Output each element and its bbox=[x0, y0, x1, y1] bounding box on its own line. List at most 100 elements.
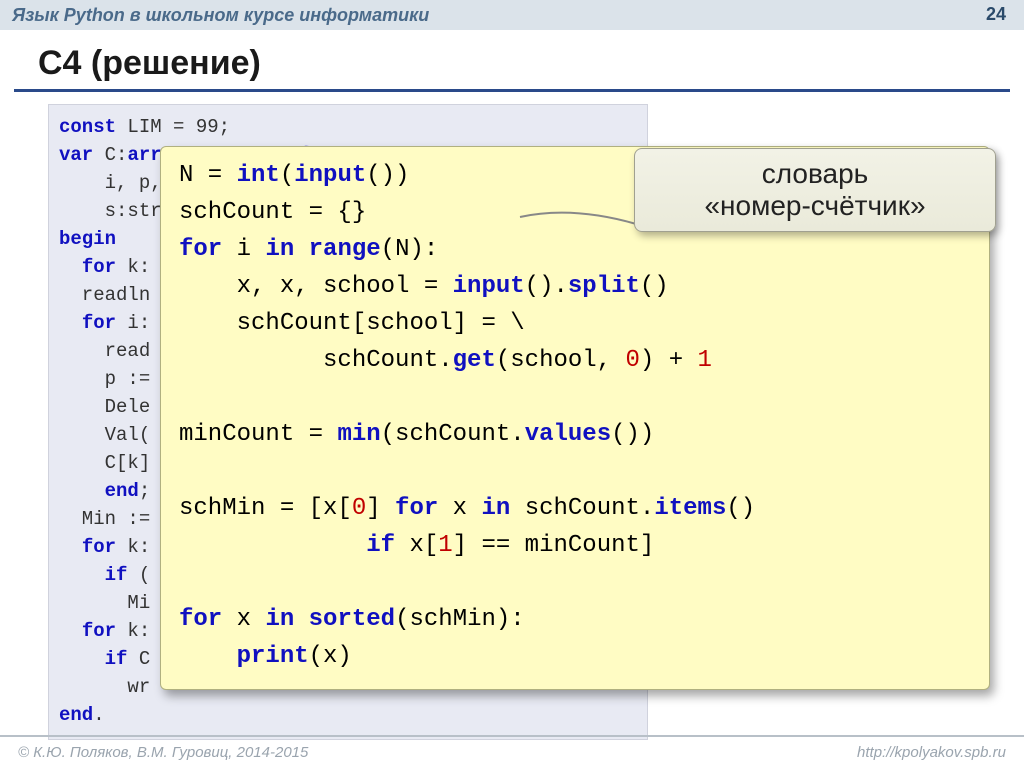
footer: © К.Ю. Поляков, В.М. Гуровиц, 2014-2015 … bbox=[0, 735, 1024, 767]
pascal-line: read bbox=[59, 340, 150, 362]
py-line: i bbox=[222, 236, 265, 263]
py-line: (schCount. bbox=[381, 421, 525, 448]
py-line: for bbox=[179, 606, 222, 633]
pascal-line: if bbox=[105, 648, 128, 670]
pascal-line bbox=[59, 564, 105, 586]
pascal-line: readln bbox=[59, 284, 150, 306]
py-line: 1 bbox=[698, 347, 712, 374]
pascal-line: Min := bbox=[59, 508, 150, 530]
pascal-line: end bbox=[105, 480, 139, 502]
footer-url: http://kpolyakov.spb.ru bbox=[857, 744, 1006, 761]
py-line bbox=[179, 532, 366, 559]
pascal-line bbox=[59, 312, 82, 334]
py-line: int bbox=[237, 162, 280, 189]
py-line: items bbox=[654, 495, 726, 522]
py-line: () bbox=[640, 273, 669, 300]
page-number: 24 bbox=[986, 4, 1006, 25]
py-line: (school, bbox=[496, 347, 626, 374]
footer-copyright: © К.Ю. Поляков, В.М. Гуровиц, 2014-2015 bbox=[18, 744, 308, 761]
pascal-line: k: bbox=[116, 256, 150, 278]
py-line: range bbox=[309, 236, 381, 263]
pascal-line: for bbox=[82, 620, 116, 642]
pascal-line: C[k] bbox=[59, 452, 150, 474]
pascal-line: i, p, bbox=[59, 172, 162, 194]
py-line: x bbox=[222, 606, 265, 633]
pascal-line: k: bbox=[116, 536, 150, 558]
pascal-line: if bbox=[105, 564, 128, 586]
py-line: in bbox=[481, 495, 510, 522]
py-line: print bbox=[237, 643, 309, 670]
pascal-line: ; bbox=[139, 480, 150, 502]
pascal-line: s:stri bbox=[59, 200, 173, 222]
py-line: (x) bbox=[309, 643, 352, 670]
py-line: ) + bbox=[640, 347, 698, 374]
py-line: schCount. bbox=[510, 495, 654, 522]
py-line: in bbox=[265, 606, 294, 633]
py-line: 0 bbox=[352, 495, 366, 522]
py-line: schCount = {} bbox=[179, 199, 366, 226]
annotation-label: словарь «номер-счётчик» bbox=[634, 148, 996, 232]
py-line: for bbox=[395, 495, 438, 522]
py-line: x[ bbox=[395, 532, 438, 559]
pascal-line: for bbox=[82, 536, 116, 558]
pascal-line: end bbox=[59, 704, 93, 726]
py-line: ()) bbox=[366, 162, 409, 189]
py-line: sorted bbox=[309, 606, 395, 633]
py-line: 1 bbox=[438, 532, 452, 559]
py-line: ( bbox=[280, 162, 294, 189]
pascal-line: k: bbox=[116, 620, 150, 642]
py-line: ] == minCount] bbox=[453, 532, 655, 559]
pascal-line: for bbox=[82, 312, 116, 334]
py-line: (). bbox=[525, 273, 568, 300]
pascal-line: . bbox=[93, 704, 104, 726]
py-line: 0 bbox=[626, 347, 640, 374]
py-line: () bbox=[726, 495, 755, 522]
page-title: C4 (решение) bbox=[0, 30, 1024, 89]
pascal-line: const bbox=[59, 116, 116, 138]
pascal-line: Dele bbox=[59, 396, 150, 418]
py-line: x bbox=[438, 495, 481, 522]
pascal-line: Val( bbox=[59, 424, 150, 446]
py-line: min bbox=[337, 421, 380, 448]
annotation-line2: «номер-счётчик» bbox=[704, 190, 925, 222]
py-line bbox=[294, 606, 308, 633]
pascal-line bbox=[59, 620, 82, 642]
pascal-line: i: bbox=[116, 312, 150, 334]
py-line: minCount = bbox=[179, 421, 337, 448]
py-line: in bbox=[265, 236, 294, 263]
py-line: N = bbox=[179, 162, 237, 189]
pascal-line bbox=[59, 256, 82, 278]
py-line: for bbox=[179, 236, 222, 263]
content-area: const LIM = 99; var C:array[1..LIM] of i… bbox=[0, 92, 1024, 740]
annotation-line1: словарь bbox=[762, 158, 869, 190]
pascal-line: begin bbox=[59, 228, 116, 250]
pascal-line bbox=[59, 536, 82, 558]
py-line: get bbox=[453, 347, 496, 374]
pascal-line bbox=[59, 648, 105, 670]
pascal-line: ( bbox=[127, 564, 150, 586]
py-line: values bbox=[525, 421, 611, 448]
pascal-line: LIM = 99; bbox=[116, 116, 230, 138]
pascal-line: p := bbox=[59, 368, 150, 390]
pascal-line: C: bbox=[93, 144, 127, 166]
py-line: if bbox=[366, 532, 395, 559]
pascal-line: Mi bbox=[59, 592, 150, 614]
py-line: schCount[school] = \ bbox=[179, 310, 525, 337]
py-line: ] bbox=[366, 495, 395, 522]
py-line: split bbox=[568, 273, 640, 300]
header-bar: Язык Python в школьном курсе информатики… bbox=[0, 0, 1024, 30]
py-line: input bbox=[453, 273, 525, 300]
py-line: ()) bbox=[611, 421, 654, 448]
py-line: (schMin): bbox=[395, 606, 525, 633]
header-subtitle: Язык Python в школьном курсе информатики bbox=[12, 5, 429, 26]
py-line: schCount. bbox=[179, 347, 453, 374]
py-line: x, x, school = bbox=[179, 273, 453, 300]
py-line bbox=[179, 643, 237, 670]
pascal-line: for bbox=[82, 256, 116, 278]
pascal-line bbox=[59, 480, 105, 502]
pascal-line: var bbox=[59, 144, 93, 166]
py-line: schMin = [x[ bbox=[179, 495, 352, 522]
py-line: (N): bbox=[381, 236, 439, 263]
py-line: input bbox=[294, 162, 366, 189]
pascal-line: wr bbox=[59, 676, 150, 698]
